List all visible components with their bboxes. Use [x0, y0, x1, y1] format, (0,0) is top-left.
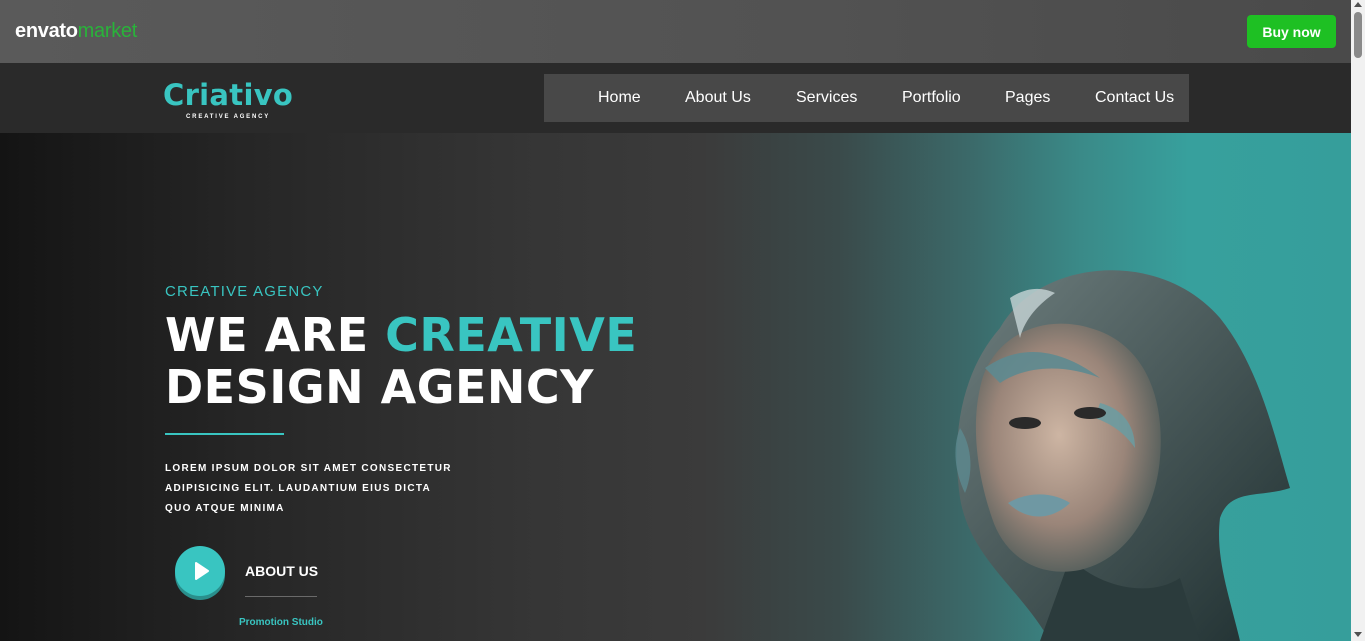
nav-item-pages[interactable]: Pages [1005, 89, 1050, 107]
scroll-up-arrow-icon[interactable] [1354, 2, 1362, 7]
envato-logo-primary: envato [15, 20, 78, 42]
buy-now-button[interactable]: Buy now [1247, 15, 1336, 48]
about-us-underline [245, 596, 317, 597]
nav-item-about-us[interactable]: About Us [685, 89, 751, 107]
brand-logo[interactable]: Criativo CREATIVE AGENCY [163, 77, 293, 120]
hero-title-line2: DESIGN AGENCY [165, 360, 594, 414]
envato-logo-secondary: market [77, 20, 138, 42]
main-nav: Home About Us Services Portfolio Pages C… [544, 74, 1189, 122]
about-us-link[interactable]: ABOUT US [245, 563, 318, 579]
play-icon [194, 562, 209, 580]
site-header: Criativo CREATIVE AGENCY Home About Us S… [0, 63, 1351, 133]
envato-market-logo[interactable]: envatomarket [15, 20, 137, 43]
brand-name: Criativo [163, 78, 294, 112]
play-video-button[interactable] [175, 546, 225, 596]
page-scrollbar[interactable] [1351, 0, 1365, 641]
nav-item-services[interactable]: Services [796, 89, 857, 107]
nav-item-home[interactable]: Home [598, 89, 641, 107]
nav-item-contact-us[interactable]: Contact Us [1095, 89, 1174, 107]
hero-description-line: LOREM IPSUM DOLOR SIT AMET CONSECTETUR [165, 463, 452, 474]
hero-eyebrow: CREATIVE AGENCY [165, 283, 324, 300]
hero-description-line: ADIPISICING ELIT. LAUDANTIUM EIUS DICTA [165, 483, 432, 494]
envato-top-bar: envatomarket Buy now [0, 0, 1351, 63]
hero-title-accent: CREATIVE [385, 308, 638, 362]
promotion-studio-label: Promotion Studio [239, 617, 323, 628]
hero-description: LOREM IPSUM DOLOR SIT AMET CONSECTETUR A… [165, 459, 485, 519]
scrollbar-thumb[interactable] [1354, 12, 1362, 58]
nav-item-portfolio[interactable]: Portfolio [902, 89, 961, 107]
hero-portrait-image [955, 270, 1290, 641]
hero-description-line: QUO ATQUE MINIMA [165, 503, 285, 514]
hero-section: CREATIVE AGENCY WE ARE CREATIVE DESIGN A… [0, 133, 1351, 641]
brand-tagline: CREATIVE AGENCY [186, 114, 271, 120]
hero-title-part1: WE ARE [165, 308, 386, 362]
hero-divider [165, 433, 284, 435]
hero-title: WE ARE CREATIVE DESIGN AGENCY [165, 309, 637, 413]
scroll-down-arrow-icon[interactable] [1354, 632, 1362, 637]
